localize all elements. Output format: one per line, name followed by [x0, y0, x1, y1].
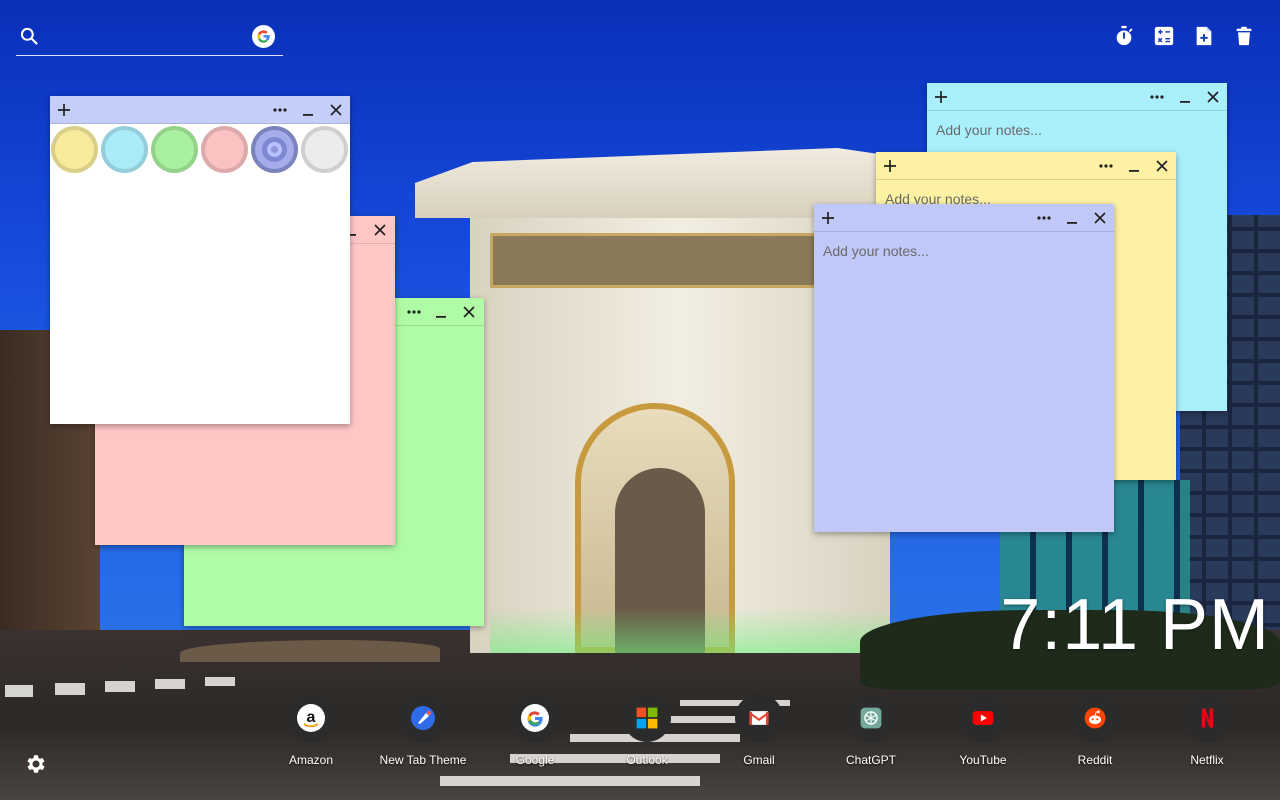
minimize-icon[interactable]: [1123, 152, 1145, 180]
calculator-icon[interactable]: [1153, 25, 1175, 47]
youtube-icon: [959, 694, 1007, 742]
minimize-icon[interactable]: [1174, 83, 1196, 111]
note-header[interactable]: [876, 152, 1176, 180]
shortcut-label: ChatGPT: [845, 753, 896, 767]
google-icon: [511, 694, 559, 742]
more-options-icon[interactable]: [1033, 204, 1055, 232]
color-swatch-green[interactable]: [151, 126, 198, 173]
note-body[interactable]: [814, 233, 1114, 532]
add-note-icon[interactable]: [930, 83, 952, 111]
svg-text:a: a: [307, 709, 316, 726]
color-swatch-pink[interactable]: [201, 126, 248, 173]
shortcut-label: Netflix: [1190, 753, 1224, 767]
shortcut-reddit[interactable]: Reddit: [1045, 690, 1145, 772]
shortcut-new-tab-theme[interactable]: New Tab Theme: [373, 690, 473, 772]
gmail-icon: [735, 694, 783, 742]
color-picker: [50, 125, 350, 173]
minimize-icon[interactable]: [1061, 204, 1083, 232]
shortcut-google[interactable]: Google: [485, 690, 585, 772]
more-options-icon[interactable]: [1095, 152, 1117, 180]
note-header[interactable]: [927, 83, 1227, 111]
search-input[interactable]: [50, 24, 240, 50]
note-textarea[interactable]: [823, 243, 1105, 522]
close-icon[interactable]: [1151, 152, 1173, 180]
stopwatch-icon[interactable]: [1113, 25, 1135, 47]
color-swatch-gray[interactable]: [301, 126, 348, 173]
add-note-icon[interactable]: [879, 152, 901, 180]
reddit-icon: [1071, 694, 1119, 742]
more-options-icon[interactable]: [1146, 83, 1168, 111]
minimize-icon[interactable]: [297, 96, 319, 124]
shortcut-label: Gmail: [743, 753, 775, 767]
minimize-icon[interactable]: [430, 298, 452, 326]
search-bar[interactable]: [16, 20, 283, 56]
close-icon[interactable]: [1089, 204, 1111, 232]
add-note-icon[interactable]: [53, 96, 75, 124]
search-icon: [20, 27, 38, 45]
shortcut-label: Amazon: [288, 753, 334, 767]
note-header[interactable]: [50, 96, 350, 124]
shortcut-label: Outlook: [626, 753, 668, 767]
more-options-icon[interactable]: [403, 298, 425, 326]
sticky-note-white[interactable]: [50, 96, 350, 424]
more-options-icon[interactable]: [269, 96, 291, 124]
note-header[interactable]: [814, 204, 1114, 232]
shortcut-label: Reddit: [1077, 753, 1113, 767]
clock: 7:11 PM: [1000, 585, 1270, 665]
close-icon[interactable]: [458, 298, 480, 326]
amazon-icon: a: [287, 694, 335, 742]
close-icon[interactable]: [369, 216, 391, 244]
shortcut-label: New Tab Theme: [379, 753, 467, 767]
outlook-icon: [623, 694, 671, 742]
netflix-icon: [1183, 694, 1231, 742]
chatgpt-icon: [847, 694, 895, 742]
shortcut-outlook[interactable]: Outlook: [597, 690, 697, 772]
shortcuts-dock: a Amazon New Tab Theme Google Outlook Gm…: [0, 690, 1280, 780]
shortcut-label: YouTube: [959, 753, 1007, 767]
shortcut-amazon[interactable]: a Amazon: [261, 690, 361, 772]
shortcut-label: Google: [515, 753, 555, 767]
trash-icon[interactable]: [1233, 25, 1255, 47]
add-note-icon[interactable]: [817, 204, 839, 232]
color-swatch-blue[interactable]: [251, 126, 298, 173]
color-swatch-cyan[interactable]: [101, 126, 148, 173]
close-icon[interactable]: [1202, 83, 1224, 111]
shortcut-youtube[interactable]: YouTube: [933, 690, 1033, 772]
google-search-icon[interactable]: [252, 25, 275, 48]
new-note-icon[interactable]: [1193, 25, 1215, 47]
shortcut-gmail[interactable]: Gmail: [709, 690, 809, 772]
sticky-note-blue[interactable]: [814, 204, 1114, 532]
color-swatch-yellow[interactable]: [51, 126, 98, 173]
shortcut-chatgpt[interactable]: ChatGPT: [821, 690, 921, 772]
new-tab-theme-icon: [399, 694, 447, 742]
settings-gear-icon[interactable]: [24, 752, 48, 776]
shortcut-netflix[interactable]: Netflix: [1157, 690, 1257, 772]
close-icon[interactable]: [325, 96, 347, 124]
